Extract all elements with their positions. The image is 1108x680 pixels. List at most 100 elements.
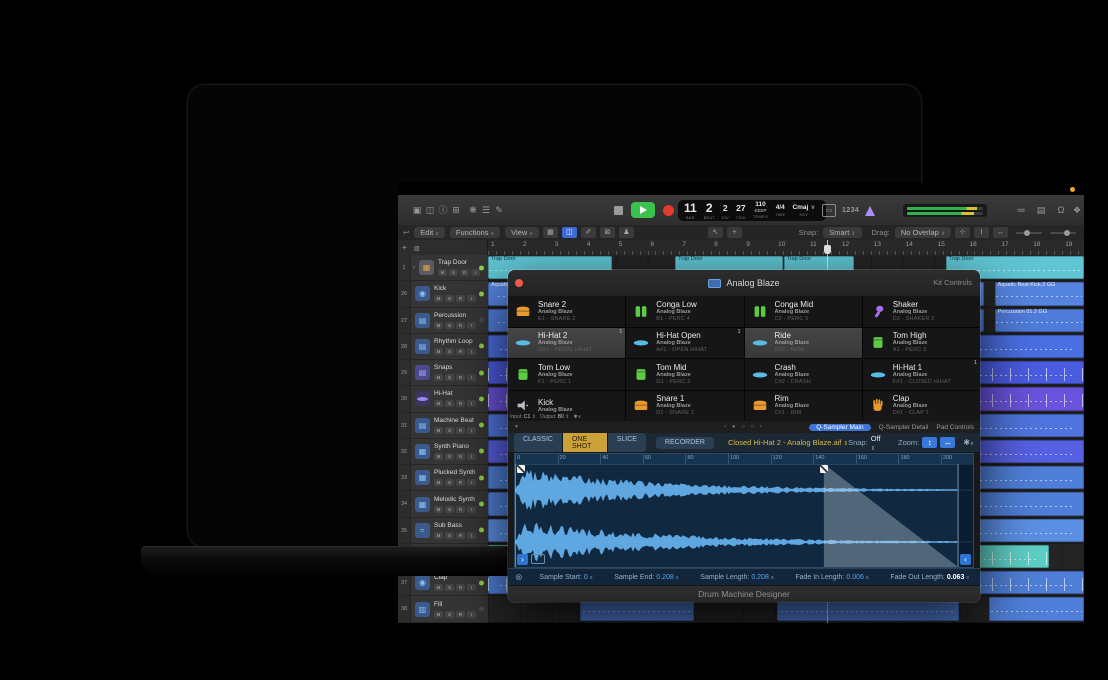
solo-button[interactable]: S xyxy=(445,611,454,618)
sampler-icon[interactable]: ▤ xyxy=(415,313,430,328)
solo-button[interactable]: S xyxy=(449,269,458,276)
mute-button[interactable]: M xyxy=(434,322,443,329)
sampler-icon[interactable]: ▤ xyxy=(415,339,430,354)
input-monitor-button[interactable]: I xyxy=(467,532,476,539)
mode-slice[interactable]: SLICE xyxy=(608,433,646,452)
drum-pad-ride[interactable]: RideAnalog BlazeD#2 - RIDE xyxy=(745,328,862,359)
drum-pad-hi-hat-1[interactable]: Hi-Hat 1Analog BlazeF#1 - CLOSED HIHAT1 xyxy=(863,359,980,390)
wave-settings-gear-icon[interactable]: ✱∨ xyxy=(963,438,974,447)
track-header-fill[interactable]: 38▥FillMSRI xyxy=(398,596,488,622)
region[interactable]: Percussion 01.2 GG xyxy=(995,309,1084,332)
inspector-icon[interactable]: ◫ xyxy=(423,203,437,217)
record-enable-button[interactable]: R xyxy=(456,584,465,591)
info-sample-start[interactable]: Sample Start:0 s xyxy=(539,574,592,581)
mute-button[interactable]: M xyxy=(434,295,443,302)
drum-pad-tom-low[interactable]: Tom LowAnalog BlazeF1 - PERC 1 xyxy=(508,359,625,390)
list-editors-icon[interactable]: ≔ xyxy=(1014,203,1028,217)
record-enable-button[interactable]: R xyxy=(456,400,465,407)
track-header-percussion[interactable]: 27▤PercussionMSRI xyxy=(398,308,488,334)
sample-file-dropdown[interactable]: Closed Hi-Hat 2 - Analog Blaze.aif ⇕ xyxy=(728,438,848,447)
quick-help-icon[interactable]: ⓘ xyxy=(436,203,450,217)
record-enable-button[interactable]: R xyxy=(456,532,465,539)
catch-playhead-icon[interactable]: ↩ xyxy=(403,228,409,237)
record-enable-button[interactable]: R xyxy=(456,611,465,618)
solo-button[interactable]: S xyxy=(445,532,454,539)
tab-q-sampler-main[interactable]: Q-Sampler Main xyxy=(809,424,870,431)
add-track-button[interactable]: + xyxy=(402,243,407,252)
mute-button[interactable]: M xyxy=(438,269,447,276)
track-header-rhythm-loop[interactable]: 28▤Rhythm LoopMSRI xyxy=(398,334,488,360)
drum-pad-rim[interactable]: RimAnalog BlazeC#1 - RIM xyxy=(745,391,862,422)
track-header-machine-beat[interactable]: 31▤Machine BeatMSRI xyxy=(398,413,488,439)
solo-button[interactable]: S xyxy=(445,348,454,355)
solo-button[interactable]: S xyxy=(445,374,454,381)
record-enable-button[interactable]: R xyxy=(456,506,465,513)
fade-in-handle[interactable] xyxy=(517,465,525,473)
record-enable-button[interactable]: R xyxy=(456,427,465,434)
scroll-left-button[interactable]: › xyxy=(517,554,528,565)
sampler-icon[interactable]: ▥ xyxy=(415,602,430,617)
sampler-icon[interactable]: ▤ xyxy=(415,365,430,380)
zoom-horizontal-button[interactable]: ↔ xyxy=(940,437,955,448)
stop-button[interactable] xyxy=(614,206,623,215)
track-sort-icon[interactable]: ▥ xyxy=(414,246,420,252)
track-header-synth-piano[interactable]: 32▦Synth PianoMSRI xyxy=(398,439,488,465)
view-menu[interactable]: View∨ xyxy=(505,227,539,238)
record-enable-button[interactable]: R xyxy=(456,322,465,329)
mute-button[interactable]: M xyxy=(434,506,443,513)
region[interactable] xyxy=(989,597,1084,620)
synth-icon[interactable]: ▦ xyxy=(415,470,430,485)
pointer-tool-dropdown[interactable]: ↖ xyxy=(708,227,723,238)
track-name[interactable]: Melodic Synth xyxy=(434,496,476,504)
record-enable-button[interactable]: R xyxy=(456,374,465,381)
track-header-trap-door[interactable]: 1›▦Trap DoorMSRI xyxy=(398,255,488,281)
info-fade-in-length[interactable]: Fade In Length:0.006 s xyxy=(795,574,868,581)
edit-menu[interactable]: Edit∨ xyxy=(414,227,445,238)
solo-button[interactable]: S xyxy=(445,400,454,407)
mode-classic[interactable]: CLASSIC xyxy=(514,433,562,452)
editors-icon[interactable]: ✎ xyxy=(492,203,506,217)
drum-pad-tom-mid[interactable]: Tom MidAnalog BlazeG1 - PERC 2 xyxy=(626,359,743,390)
track-name[interactable]: Fill xyxy=(434,601,476,609)
bass-icon[interactable]: ≈ xyxy=(415,523,430,538)
horizontal-zoom-slider[interactable] xyxy=(1050,232,1076,234)
input-monitor-button[interactable]: I xyxy=(467,427,476,434)
synth-icon[interactable]: ▦ xyxy=(415,444,430,459)
horizontal-zoom-icon[interactable]: ↔ xyxy=(993,227,1008,238)
zoom-vertical-button[interactable]: ↕ xyxy=(922,437,937,448)
pencil-tool-dropdown[interactable]: + xyxy=(727,227,742,238)
count-in-button[interactable]: 1234 xyxy=(842,207,859,214)
smart-controls-icon[interactable]: ❋ xyxy=(466,203,480,217)
record-enable-button[interactable]: R xyxy=(456,348,465,355)
synth-icon[interactable]: ▦ xyxy=(415,497,430,512)
flex-tool-icon[interactable]: ✐ xyxy=(581,227,596,238)
wave-snap-value[interactable]: Off ⇕ xyxy=(871,434,886,452)
pad-gear-icon[interactable]: ✱∨ xyxy=(573,414,581,420)
vertical-zoom-slider[interactable] xyxy=(1016,232,1042,234)
drum-pad-clap[interactable]: ClapAnalog BlazeD#1 - CLAP 1 xyxy=(863,391,980,422)
loop-mode-icon[interactable] xyxy=(531,554,545,564)
waveform-zoom-icon[interactable]: ⊹ xyxy=(955,227,970,238)
play-button[interactable] xyxy=(631,202,655,218)
input-monitor-button[interactable]: I xyxy=(467,453,476,460)
track-header-sub-bass[interactable]: 35≈Sub BassMSRI xyxy=(398,518,488,544)
input-monitor-button[interactable]: I xyxy=(467,506,476,513)
track-name[interactable]: Kick xyxy=(434,285,476,293)
sampler-icon[interactable]: ▤ xyxy=(415,418,430,433)
plugin-title-bar[interactable]: Analog Blaze Kit Controls xyxy=(508,270,980,297)
drag-dropdown[interactable]: No Overlap⇕ xyxy=(895,227,951,238)
drum-pad-hi-hat-2[interactable]: Hi-Hat 2Analog BlazeG#1 - PEDAL HIHAT1 xyxy=(508,328,625,359)
kit-controls-link[interactable]: Kit Controls xyxy=(933,270,972,296)
note-pads-icon[interactable]: ▤ xyxy=(1034,203,1048,217)
drum-pad-conga-low[interactable]: Conga LowAnalog BlazeB1 - PERC 4 xyxy=(626,296,743,327)
drum-pad-shaker[interactable]: ShakerAnalog BlazeD2 - SHAKER 2 xyxy=(863,296,980,327)
info-sample-length[interactable]: Sample Length:0.208 s xyxy=(700,574,773,581)
track-name[interactable]: Sub Bass xyxy=(434,522,476,530)
waveform-editor[interactable]: 020406080100120140160180200 ›‹ xyxy=(514,453,974,568)
drum-pad-snare-1[interactable]: Snare 1Analog BlazeD1 - SNARE 1 xyxy=(626,391,743,422)
browsers-icon[interactable]: ❖ xyxy=(1070,203,1084,217)
input-monitor-button[interactable]: I xyxy=(467,611,476,618)
record-enable-button[interactable]: R xyxy=(456,295,465,302)
clap-drum-icon[interactable]: ◉ xyxy=(415,575,430,590)
track-name[interactable]: Machine Beat xyxy=(434,417,476,425)
